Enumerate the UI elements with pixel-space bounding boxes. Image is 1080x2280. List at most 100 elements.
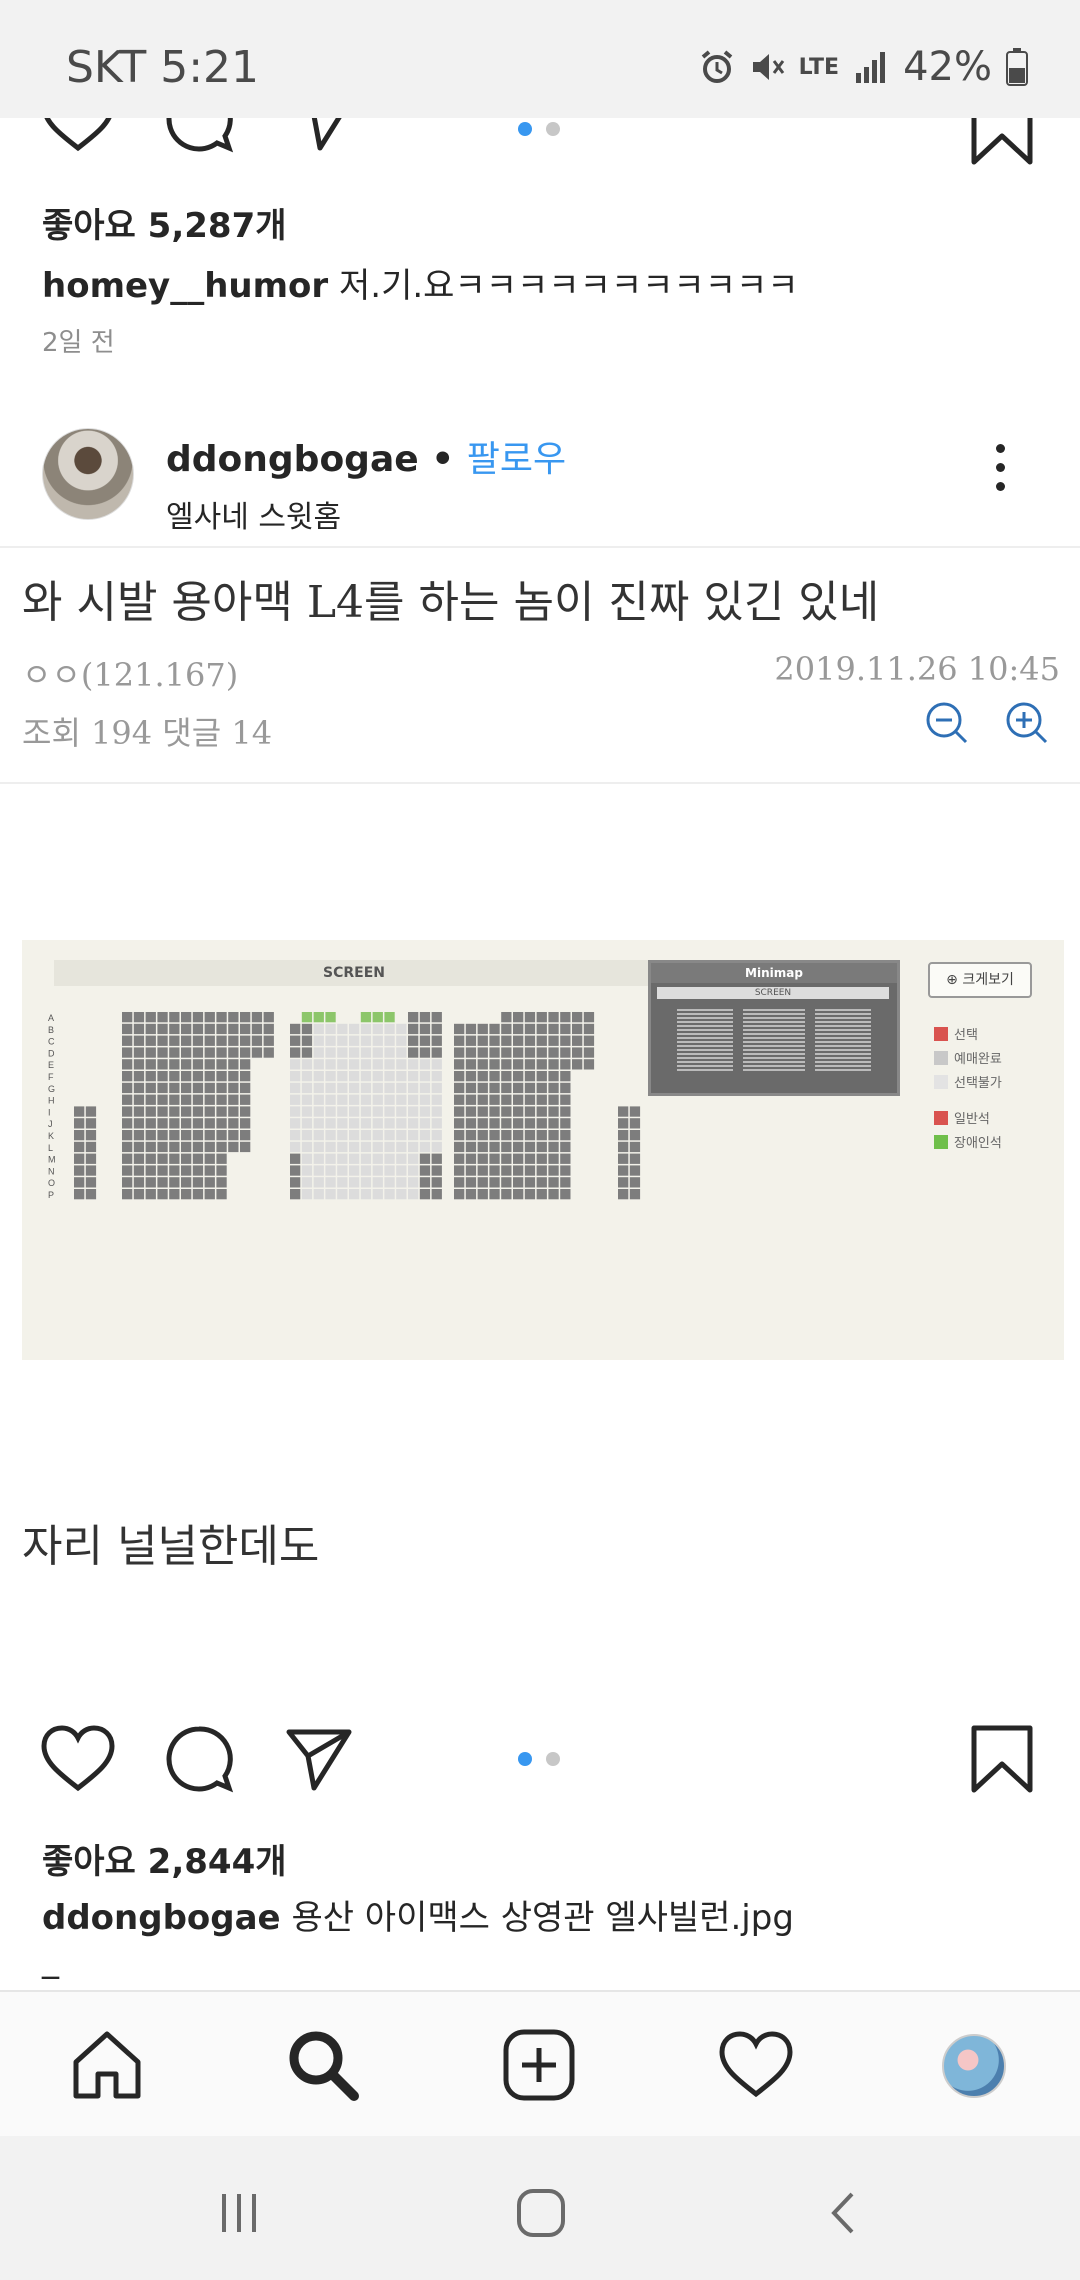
recents-icon[interactable] <box>214 2188 264 2238</box>
seat <box>325 1153 336 1164</box>
follow-button[interactable]: 팔로우 <box>467 439 566 480</box>
seat <box>419 1023 431 1035</box>
bookmark-icon[interactable] <box>970 118 1034 166</box>
activity-heart-icon[interactable] <box>718 2028 794 2102</box>
home-button-icon[interactable] <box>514 2186 568 2240</box>
like-heart-icon[interactable] <box>40 1724 116 1794</box>
comment-icon[interactable] <box>164 1724 234 1794</box>
seat <box>524 1082 536 1094</box>
seat <box>536 1059 547 1070</box>
seat <box>477 1177 488 1188</box>
seat <box>157 1094 168 1105</box>
post2-caption: ddongbogae 용산 아이맥스 상영관 엘사빌런.jpg <box>42 1890 794 1939</box>
seat <box>501 1189 512 1200</box>
seat <box>313 1023 324 1035</box>
seat <box>536 1189 547 1200</box>
seat <box>465 1118 477 1129</box>
seat <box>384 1153 395 1164</box>
like-heart-icon[interactable] <box>40 118 116 154</box>
seat <box>290 1035 301 1046</box>
seat <box>204 1141 215 1153</box>
search-icon[interactable] <box>286 2028 360 2102</box>
back-icon[interactable] <box>820 2188 870 2238</box>
post1-action-bar <box>0 118 1080 178</box>
post2-username[interactable]: ddongbogae <box>166 439 419 480</box>
seat <box>465 1023 477 1035</box>
avatar[interactable] <box>42 428 134 520</box>
seat <box>157 1012 168 1023</box>
seat <box>216 1130 227 1141</box>
seat <box>360 1141 372 1153</box>
seat <box>133 1059 145 1070</box>
legend-swatch <box>934 1134 948 1149</box>
seat <box>372 1118 383 1129</box>
carousel-dot <box>546 122 560 136</box>
seat-grid: ABCDEFGHIJKLMNOP <box>48 1012 641 1200</box>
seat <box>384 1023 395 1035</box>
seat <box>181 1106 192 1117</box>
seat <box>301 1047 313 1058</box>
seat <box>384 1094 395 1105</box>
seat <box>169 1118 180 1129</box>
seat <box>325 1059 336 1070</box>
seat <box>419 1141 431 1153</box>
seat <box>145 1071 156 1082</box>
seat <box>157 1035 168 1046</box>
zoom-out-icon[interactable] <box>924 700 970 746</box>
seat <box>431 1130 442 1141</box>
seat <box>337 1023 348 1035</box>
seat <box>396 1118 407 1129</box>
seat <box>629 1118 641 1129</box>
seat <box>181 1153 192 1164</box>
row-label: H <box>48 1096 55 1106</box>
seat <box>465 1071 477 1082</box>
seat <box>372 1189 383 1200</box>
bookmark-icon[interactable] <box>970 1724 1034 1794</box>
seat <box>396 1071 407 1082</box>
seat <box>396 1130 407 1141</box>
seat <box>513 1035 524 1046</box>
seat <box>572 1059 583 1070</box>
comment-icon[interactable] <box>164 118 234 154</box>
seat <box>489 1189 500 1200</box>
seat <box>513 1059 524 1070</box>
seat <box>431 1106 442 1117</box>
seat <box>524 1059 536 1070</box>
seat <box>501 1071 512 1082</box>
seat <box>396 1059 407 1070</box>
seat <box>489 1047 500 1058</box>
home-icon[interactable] <box>70 2028 144 2102</box>
zoom-in-icon[interactable] <box>1004 700 1050 746</box>
seat <box>85 1165 97 1176</box>
seat <box>513 1153 524 1164</box>
seat <box>501 1047 512 1058</box>
seat <box>228 1035 239 1046</box>
seat <box>454 1059 465 1070</box>
seat <box>169 1106 180 1117</box>
seat <box>618 1141 629 1153</box>
more-options-icon[interactable] <box>996 444 1008 501</box>
seat <box>157 1059 168 1070</box>
post2-likes[interactable]: 좋아요 2,844개 <box>42 1834 287 1883</box>
seat <box>524 1153 536 1164</box>
post2-caption-username[interactable]: ddongbogae <box>42 1898 281 1938</box>
post2-location[interactable]: 엘사네 스윗홈 <box>166 492 341 536</box>
share-icon[interactable] <box>290 118 360 154</box>
seat <box>301 1035 313 1046</box>
seat <box>228 1023 239 1035</box>
seat <box>192 1082 204 1094</box>
seat <box>431 1153 442 1164</box>
seat <box>192 1106 204 1117</box>
share-icon[interactable] <box>284 1724 354 1794</box>
seat <box>489 1153 500 1164</box>
seat <box>572 1047 583 1058</box>
add-post-icon[interactable] <box>502 2028 576 2102</box>
seat <box>548 1118 559 1129</box>
profile-avatar-icon[interactable] <box>942 2034 1006 2098</box>
post1-likes[interactable]: 좋아요 5,287개 <box>42 198 287 247</box>
legend-item: 일반석 <box>934 1108 990 1127</box>
post1-caption-username[interactable]: homey__humor <box>42 266 328 306</box>
seat <box>228 1059 239 1070</box>
seat <box>290 1189 301 1200</box>
post2-caption-text: 용산 아이맥스 상영관 엘사빌런.jpg <box>291 1898 794 1938</box>
